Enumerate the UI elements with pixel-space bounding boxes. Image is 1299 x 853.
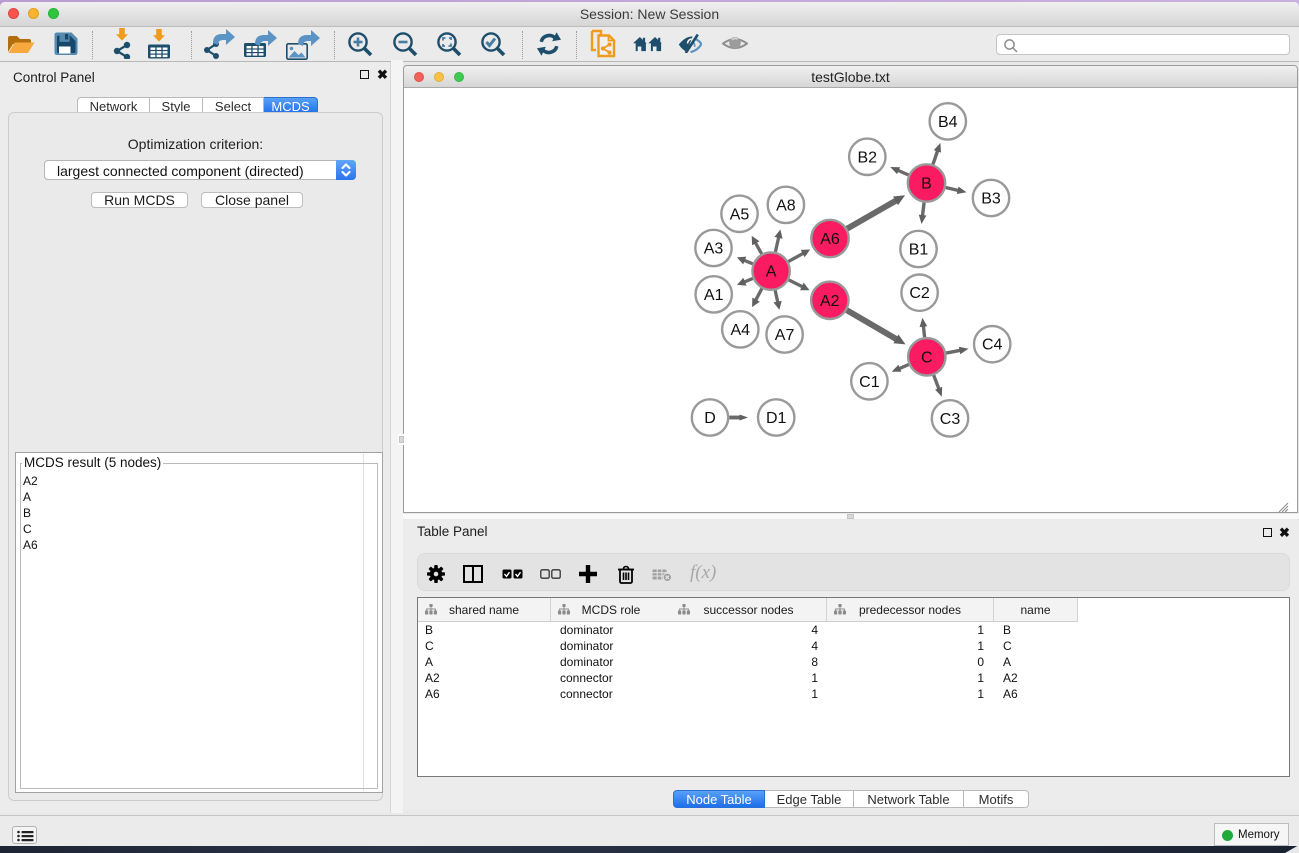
svg-text:A5: A5 [730, 206, 750, 223]
svg-text:B1: B1 [909, 242, 929, 259]
svg-text:C1: C1 [859, 374, 880, 391]
svg-text:B3: B3 [981, 191, 1001, 208]
svg-text:A2: A2 [820, 293, 840, 310]
svg-text:B: B [921, 176, 932, 193]
svg-text:B2: B2 [858, 149, 878, 166]
svg-text:C4: C4 [982, 337, 1003, 354]
svg-text:A1: A1 [704, 287, 724, 304]
svg-text:D1: D1 [766, 410, 787, 427]
svg-text:D: D [704, 410, 716, 427]
svg-text:A8: A8 [776, 197, 796, 214]
svg-text:A3: A3 [704, 241, 724, 258]
svg-text:A6: A6 [820, 231, 840, 248]
svg-text:A4: A4 [731, 322, 751, 339]
svg-text:C3: C3 [940, 411, 961, 428]
svg-text:A7: A7 [775, 327, 795, 344]
svg-text:A: A [766, 264, 777, 281]
svg-text:C: C [921, 349, 933, 366]
svg-text:B4: B4 [938, 114, 958, 131]
svg-text:C2: C2 [909, 285, 930, 302]
